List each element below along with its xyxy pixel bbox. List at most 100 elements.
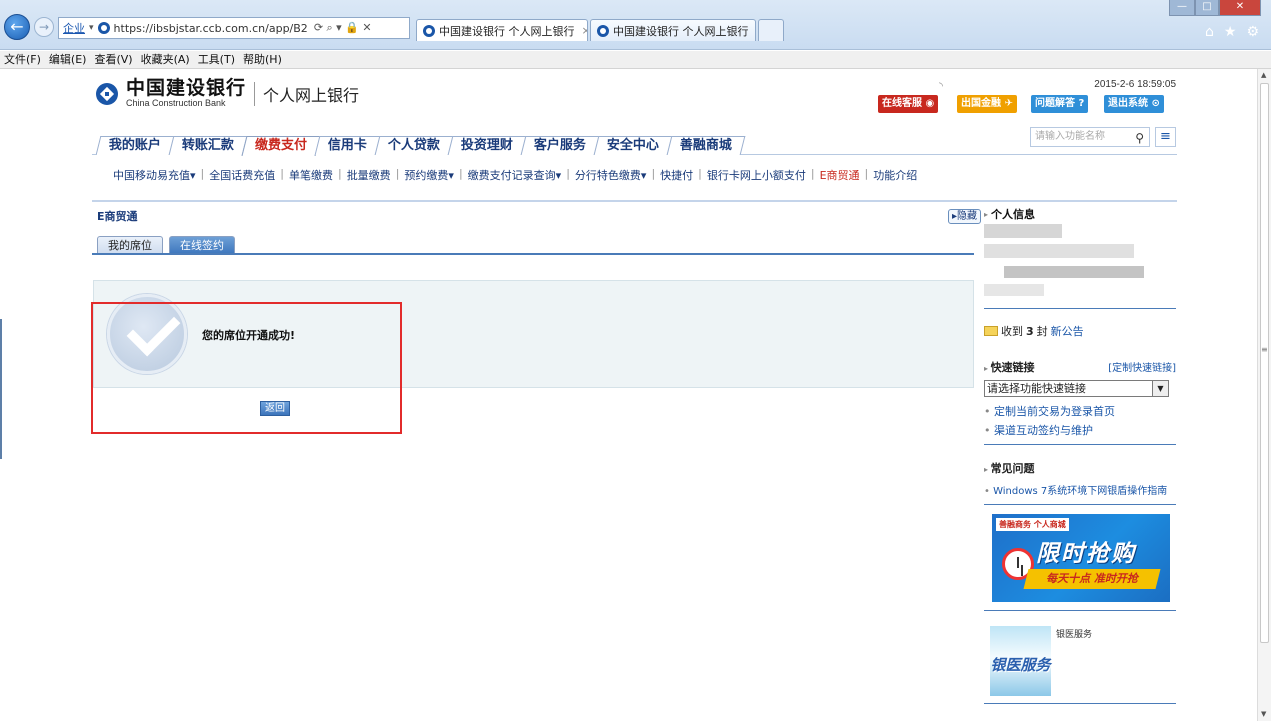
subnav-quick-pay[interactable]: 快捷付: [660, 167, 693, 183]
browser-toolbar-icons: ⌂ ★ ⚙: [1205, 24, 1259, 40]
window-edge: [0, 319, 2, 459]
plane-icon: ✈: [1004, 98, 1013, 109]
nav-transfer[interactable]: 转账汇款: [168, 136, 248, 155]
tab-online-signing[interactable]: 在线签约: [169, 236, 235, 254]
quick-link-item[interactable]: 定制当前交易为登录首页: [984, 403, 1115, 419]
tab-favicon-icon: [597, 24, 609, 37]
subnav-single-pay[interactable]: 单笔缴费: [289, 167, 333, 183]
nav-payment[interactable]: 缴费支付: [241, 136, 321, 156]
product-name: 个人网上银行: [263, 85, 360, 105]
sidebar-divider: [984, 308, 1176, 309]
faq-title: ▸ 常见问题: [984, 462, 1035, 475]
signal-icon: ◝: [939, 81, 943, 92]
nav-credit-card[interactable]: 信用卡: [314, 136, 381, 155]
chevron-down-icon[interactable]: ▼: [1152, 381, 1168, 396]
bank-page: 中国建设银行 China Construction Bank 个人网上银行 20…: [0, 69, 1271, 721]
triangle-bullet-icon: ▸: [984, 209, 989, 219]
subnav-micro-pay[interactable]: 银行卡网上小额支付: [707, 167, 806, 183]
faq-button[interactable]: 问题解答 ?: [1031, 95, 1089, 113]
headset-icon: ◉: [925, 98, 935, 109]
nav-security[interactable]: 安全中心: [593, 136, 673, 155]
site-favicon-icon: [97, 22, 110, 34]
new-notice-link[interactable]: 新公告: [1051, 323, 1084, 339]
scroll-down-icon[interactable]: ▼: [1261, 710, 1266, 718]
quick-link-select[interactable]: 请选择功能快速链接 ▼: [984, 380, 1169, 397]
customize-quick-link[interactable]: [定制快速链接]: [1108, 359, 1176, 375]
subnav-intro[interactable]: 功能介绍: [873, 167, 917, 183]
section-divider: [92, 200, 1177, 202]
address-url[interactable]: https://ibsbjstar.ccb.com.cn/app/B2: [114, 22, 308, 35]
browser-tab-2[interactable]: 中国建设银行 个人网上银行: [590, 19, 756, 41]
menu-favorites[interactable]: 收藏夹(A): [141, 51, 190, 68]
function-search-input[interactable]: 请输入功能名称 ⚲: [1030, 127, 1150, 147]
menu-file[interactable]: 文件(F): [4, 51, 41, 68]
menu-view[interactable]: 查看(V): [94, 51, 132, 68]
quick-link-item[interactable]: 渠道互动签约与维护: [984, 422, 1093, 438]
favorites-star-icon[interactable]: ★: [1224, 24, 1237, 40]
window-controls: — □ ✕: [1169, 0, 1261, 16]
forward-arrow-icon[interactable]: →: [34, 17, 54, 37]
promo-headline: 限时抢购: [1036, 541, 1136, 567]
tab-my-seat[interactable]: 我的席位: [97, 236, 163, 254]
browser-menubar: 文件(F) 编辑(E) 查看(V) 收藏夹(A) 工具(T) 帮助(H): [0, 51, 1271, 69]
subnav-branch-pay[interactable]: 分行特色缴费▾: [575, 167, 647, 183]
minimize-icon[interactable]: —: [1169, 0, 1195, 16]
new-tab-button[interactable]: [758, 19, 784, 41]
sidebar-divider: [984, 610, 1176, 611]
scroll-up-icon[interactable]: ▲: [1261, 71, 1266, 79]
subnav-mobile-topup[interactable]: 中国移动易充值▾: [113, 167, 196, 183]
dropdown-caret-icon[interactable]: ▾: [89, 23, 94, 33]
medical-service-image[interactable]: 银医服务: [990, 626, 1051, 696]
address-prefix[interactable]: 企业: [63, 20, 85, 36]
blurred-user-info: [984, 284, 1044, 296]
medical-service-label[interactable]: 银医服务: [1056, 627, 1092, 640]
abroad-finance-button[interactable]: 出国金融 ✈: [957, 95, 1017, 113]
nav-loans[interactable]: 个人贷款: [374, 136, 454, 155]
blurred-user-info: [984, 224, 1062, 238]
close-window-icon[interactable]: ✕: [1219, 0, 1261, 16]
hide-sidebar-button[interactable]: ▸隐藏: [948, 209, 981, 224]
ccb-logo-icon: [96, 82, 118, 105]
subnav-phone-topup[interactable]: 全国话费充值: [209, 167, 275, 183]
logout-button[interactable]: 退出系统 ⊙: [1104, 95, 1164, 113]
address-tools-icon[interactable]: ⟳ ⌕ ▾ 🔒 ✕: [314, 21, 372, 35]
nav-my-account[interactable]: 我的账户: [95, 136, 175, 155]
back-arrow-icon[interactable]: ←: [4, 14, 30, 40]
quick-links-header: ▸ 快速链接 [定制快速链接]: [984, 359, 1176, 375]
browser-chrome: ← → 企业 ▾ https://ibsbjstar.ccb.com.cn/ap…: [0, 0, 1271, 50]
online-service-button[interactable]: 在线客服 ◉: [878, 95, 939, 113]
close-tab-icon[interactable]: ×: [582, 24, 588, 37]
maximize-icon[interactable]: □: [1195, 0, 1219, 16]
vertical-scrollbar[interactable]: ▲ ≡ ▼: [1257, 69, 1271, 721]
nav-mall[interactable]: 善融商城: [666, 136, 746, 155]
promo-tag: 善融商务 个人商城: [996, 518, 1069, 531]
login-datetime: 2015-2-6 18:59:05: [1094, 79, 1176, 90]
flash-sale-banner[interactable]: 善融商务 个人商城 限时抢购 每天十点 准时开抢: [992, 514, 1170, 602]
search-icon[interactable]: ⚲: [1135, 129, 1144, 147]
logo-divider: [254, 81, 256, 106]
address-bar[interactable]: 企业 ▾ https://ibsbjstar.ccb.com.cn/app/B2…: [58, 17, 410, 39]
subnav-e-trade[interactable]: E商贸通: [820, 167, 860, 183]
menu-tools[interactable]: 工具(T): [198, 51, 235, 68]
browser-tab-1[interactable]: 中国建设银行 个人网上银行 ×: [416, 19, 588, 41]
gear-icon[interactable]: ⚙: [1246, 24, 1259, 40]
hamburger-menu-icon[interactable]: ≡: [1155, 127, 1176, 147]
breadcrumb: E商贸通: [97, 210, 138, 223]
menu-help[interactable]: 帮助(H): [243, 51, 282, 68]
menu-edit[interactable]: 编辑(E): [49, 51, 87, 68]
sidebar-divider: [984, 444, 1176, 445]
subnav-pay-records[interactable]: 缴费支付记录查询▾: [468, 167, 562, 183]
notice-count: 3: [1026, 324, 1034, 338]
subnav-batch-pay[interactable]: 批量缴费: [347, 167, 391, 183]
subnav-scheduled-pay[interactable]: 预约缴费▾: [404, 167, 454, 183]
nav-customer-service[interactable]: 客户服务: [520, 136, 600, 155]
bank-logo[interactable]: 中国建设银行 China Construction Bank 个人网上银行: [96, 79, 359, 108]
home-icon[interactable]: ⌂: [1205, 24, 1214, 40]
faq-item-link[interactable]: Windows 7系统环境下网银盾操作指南: [984, 482, 1167, 497]
nav-investment[interactable]: 投资理财: [447, 136, 527, 155]
main-nav: 我的账户 转账汇款 缴费支付 信用卡 个人贷款 投资理财 客户服务 安全中心 善…: [95, 136, 746, 156]
question-icon: ?: [1078, 98, 1085, 109]
bank-name-en: China Construction Bank: [126, 98, 226, 108]
bank-name-cn: 中国建设银行: [126, 77, 247, 99]
scrollbar-thumb[interactable]: [1260, 83, 1269, 643]
